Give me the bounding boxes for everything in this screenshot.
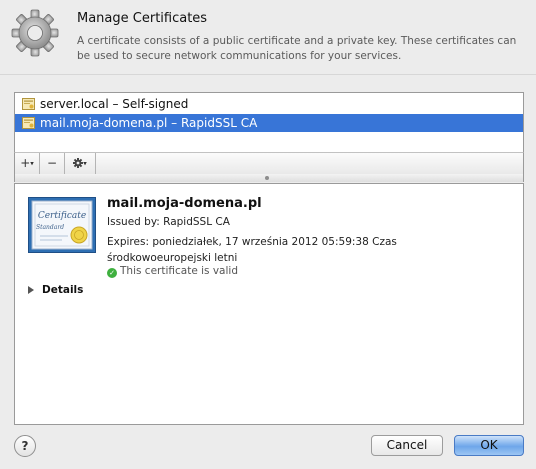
minus-icon: − — [46, 156, 58, 170]
dialog-description: A certificate consists of a public certi… — [77, 35, 517, 62]
certificate-name: mail.moja-domena.pl — [107, 196, 262, 211]
list-item[interactable]: server.local – Self-signed — [15, 95, 523, 113]
add-certificate-button[interactable]: +▾ — [15, 153, 40, 174]
certificate-icon — [22, 98, 35, 110]
details-disclosure[interactable]: Details — [28, 284, 83, 296]
list-item-label: server.local – Self-signed — [40, 97, 189, 111]
certificate-status-text: This certificate is valid — [120, 265, 238, 277]
certificate-status: ✓ This certificate is valid — [107, 265, 238, 278]
ok-button[interactable]: OK — [454, 435, 524, 456]
gear-icon — [11, 9, 59, 57]
certificate-detail-pane: Certificate Standard mail.moja-domena.pl… — [14, 183, 524, 425]
checkmark-icon: ✓ — [107, 268, 117, 278]
pane-splitter[interactable] — [14, 174, 524, 182]
list-toolbar: +▾ − ▾ — [14, 152, 524, 175]
certificate-title-text: Certificate — [38, 211, 86, 221]
list-item-label: mail.moja-domena.pl – RapidSSL CA — [40, 116, 258, 130]
action-menu-button[interactable]: ▾ — [65, 153, 96, 174]
certificate-icon: Certificate Standard — [28, 197, 96, 253]
remove-certificate-button[interactable]: − — [40, 153, 65, 174]
dialog-title: Manage Certificates — [77, 11, 208, 26]
plus-icon: + — [20, 156, 31, 170]
help-button[interactable]: ? — [14, 435, 36, 457]
chevron-down-icon: ▾ — [30, 159, 34, 168]
certificate-expiry: Expires: poniedziałek, 17 września 2012 … — [107, 236, 397, 264]
details-label: Details — [42, 284, 84, 296]
gear-icon — [73, 158, 84, 168]
certificate-issuer: Issued by: RapidSSL CA — [107, 216, 230, 228]
chevron-down-icon: ▾ — [83, 159, 87, 168]
disclosure-triangle-icon[interactable] — [28, 286, 34, 294]
certificate-subtitle-text: Standard — [36, 224, 64, 231]
dialog-header: Manage Certificates A certificate consis… — [0, 0, 536, 75]
splitter-handle[interactable] — [265, 176, 269, 180]
manage-certificates-sheet: Manage Certificates A certificate consis… — [0, 0, 536, 469]
cancel-button[interactable]: Cancel — [371, 435, 443, 456]
certificate-icon — [22, 117, 35, 129]
certificate-list[interactable]: server.local – Self-signed mail.moja-dom… — [14, 92, 524, 154]
list-item-selected[interactable]: mail.moja-domena.pl – RapidSSL CA — [15, 114, 523, 132]
